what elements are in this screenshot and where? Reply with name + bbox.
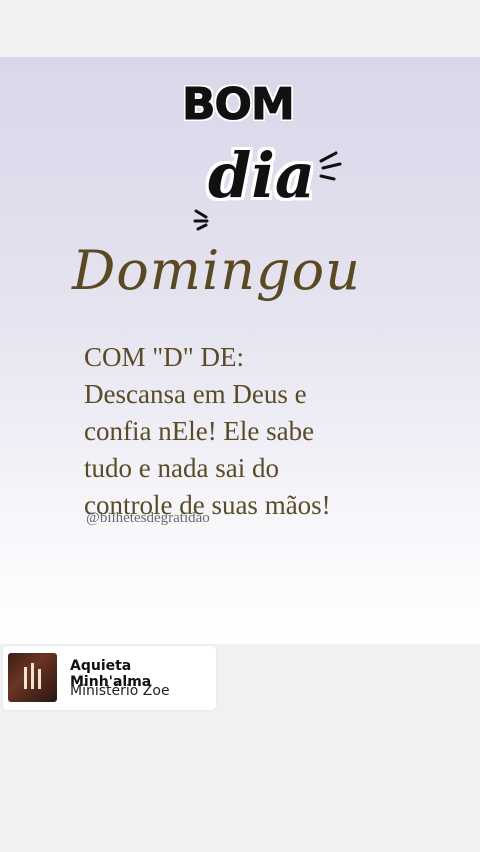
body-line: tudo e nada sai do (84, 453, 279, 483)
body-line: Descansa em Deus e (84, 379, 307, 409)
album-art-icon (8, 653, 57, 702)
song-artist: Ministério Zoe (70, 683, 170, 699)
sparkle-right-icon (319, 151, 342, 181)
greeting-dia: dia (208, 139, 316, 212)
post-body: COM "D" DE: Descansa em Deus e confia nE… (84, 339, 464, 524)
author-handle: @bilhetesdegratidao (86, 510, 210, 526)
music-sticker[interactable]: Aquieta Minh'alma Ministério Zoe (3, 646, 216, 710)
post-image[interactable]: BOM dia Domingou COM "D" DE: Descansa em… (0, 57, 480, 644)
body-line: COM "D" DE: (84, 342, 245, 372)
body-line: confia nEle! Ele sabe (84, 416, 315, 446)
top-bar (0, 0, 480, 57)
greeting-bom: BOM (182, 79, 296, 131)
post-title: Domingou (72, 239, 361, 302)
sparkle-left-icon (193, 209, 209, 231)
